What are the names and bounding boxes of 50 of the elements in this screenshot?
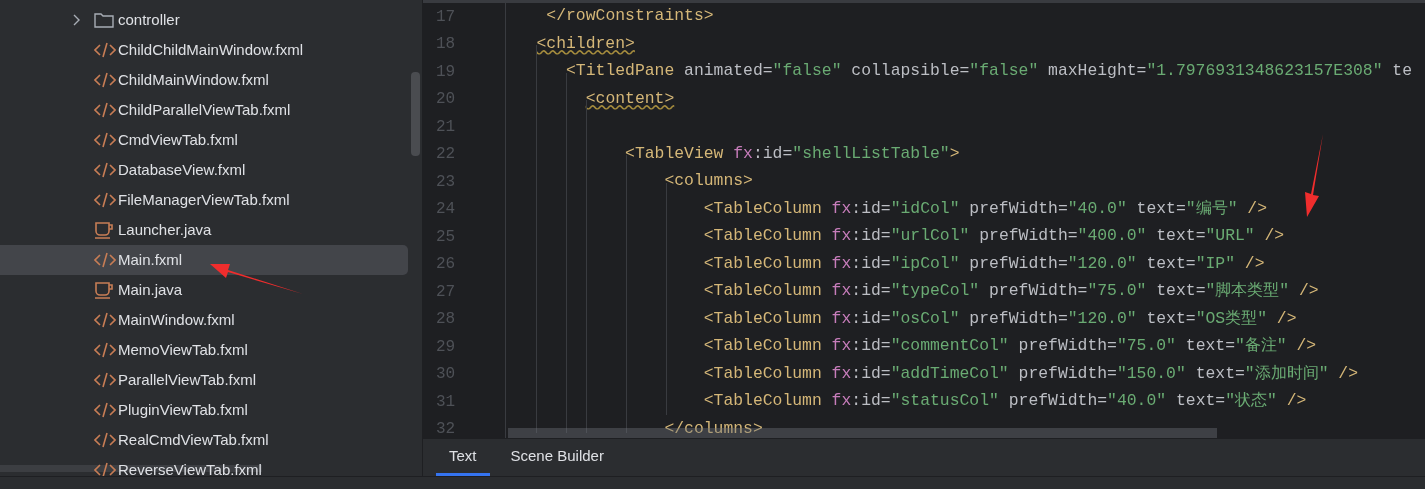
file-item[interactable]: MemoViewTab.fxml <box>0 335 408 365</box>
file-item[interactable]: RealCmdViewTab.fxml <box>0 425 408 455</box>
xml-file-icon <box>94 102 116 118</box>
file-item[interactable]: ChildParallelViewTab.fxml <box>0 95 408 125</box>
code-line: <TableColumn fx:id="addTimeCol" prefWidth="150.0" text="添加时间" /> <box>702 362 1359 385</box>
xml-file-icon <box>94 312 116 328</box>
code-line: <TableView fx:id="shellListTable"> <box>624 142 960 165</box>
code-line: <TableColumn fx:id="commentCol" prefWidth="75.0" text="备注" /> <box>702 335 1317 358</box>
file-item[interactable]: MainWindow.fxml <box>0 305 408 335</box>
folder-item[interactable]: controller <box>0 5 408 35</box>
code-line: <TableColumn fx:id="idCol" prefWidth="40.0" text="编号" /> <box>702 197 1267 220</box>
xml-file-icon <box>94 192 116 208</box>
file-item[interactable]: ReverseViewTab.fxml <box>0 455 408 476</box>
file-item[interactable]: ChildMainWindow.fxml <box>0 65 408 95</box>
xml-file-icon <box>94 72 116 88</box>
editor-tab[interactable]: Scene Builder <box>497 439 617 476</box>
code-line: <TableColumn fx:id="typeCol" prefWidth="75.0" text="脚本类型" /> <box>702 280 1319 303</box>
xml-file-icon <box>94 132 116 148</box>
file-item[interactable]: ParallelViewTab.fxml <box>0 365 408 395</box>
code-line: </columns> <box>663 417 763 438</box>
folder-icon <box>94 12 114 28</box>
code-line: <TitledPane animated="false" collapsible="false" maxHeight="1.7976931348623157E308" te <box>565 60 1413 83</box>
code-line: </rowConstraints> <box>545 5 714 28</box>
file-item[interactable]: Main.java <box>0 275 408 305</box>
code-line: <TableColumn fx:id="osCol" prefWidth="120.0" text="OS类型" /> <box>702 307 1297 330</box>
vertical-scrollbar[interactable] <box>411 72 420 156</box>
file-item[interactable]: DatabaseView.fxml <box>0 155 408 185</box>
xml-file-icon <box>94 432 116 448</box>
code-line: <TableColumn fx:id="urlCol" prefWidth="400.0" text="URL" /> <box>702 225 1285 248</box>
xml-file-icon <box>94 252 116 268</box>
file-item[interactable]: ChildChildMainWindow.fxml <box>0 35 408 65</box>
file-item[interactable]: PluginViewTab.fxml <box>0 395 408 425</box>
code-line: <TableColumn fx:id="ipCol" prefWidth="120.0" text="IP" /> <box>702 252 1265 275</box>
cup-icon <box>94 221 114 239</box>
chevron-icon[interactable] <box>72 13 82 27</box>
code-line: <TableColumn fx:id="statusCol" prefWidth="40.0" text="状态" /> <box>702 390 1307 413</box>
xml-file-icon <box>94 462 116 476</box>
xml-file-icon <box>94 342 116 358</box>
xml-file-icon <box>94 162 116 178</box>
file-item[interactable]: CmdViewTab.fxml <box>0 125 408 155</box>
code-line: <children> <box>535 32 635 55</box>
file-item[interactable]: FileManagerViewTab.fxml <box>0 185 408 215</box>
code-line: <columns> <box>663 170 753 193</box>
file-item[interactable]: Launcher.java <box>0 215 408 245</box>
code-line: <content> <box>584 87 675 110</box>
xml-file-icon <box>94 372 116 388</box>
xml-file-icon <box>94 42 116 58</box>
cup-icon <box>94 281 114 299</box>
xml-file-icon <box>94 402 116 418</box>
file-item[interactable]: Main.fxml <box>0 245 408 275</box>
